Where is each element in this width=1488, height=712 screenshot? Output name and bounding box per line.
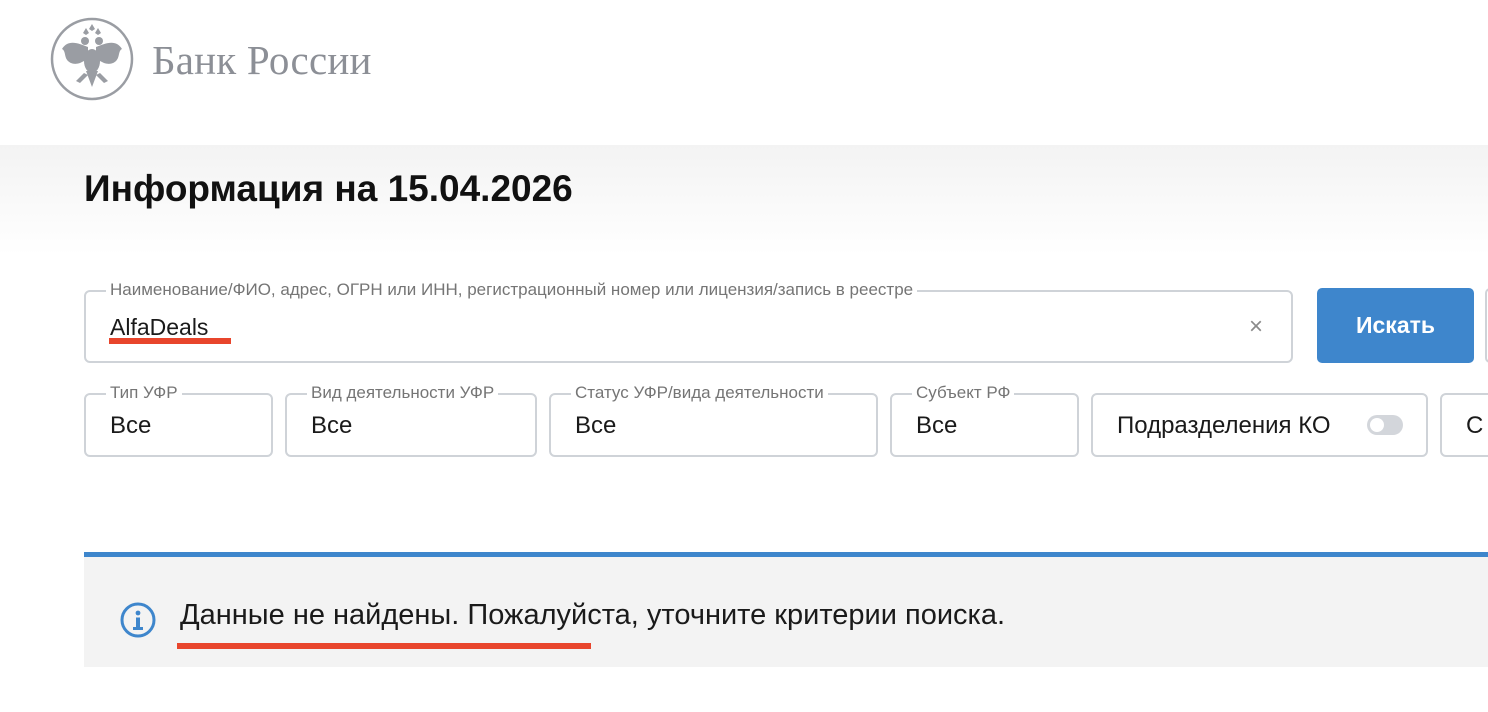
filter-type-label: Тип УФР bbox=[106, 383, 182, 403]
toggle-knob bbox=[1370, 418, 1384, 432]
filter-region-label: Субъект РФ bbox=[912, 383, 1015, 403]
filter-status-label: Статус УФР/вида деятельности bbox=[571, 383, 828, 403]
filter-activity-label: Вид деятельности УФР bbox=[307, 383, 499, 403]
filter-cut-off-value: С bbox=[1466, 412, 1484, 439]
result-message-panel: Данные не найдены. Пожалуйста, уточните … bbox=[84, 552, 1488, 667]
ko-subdivisions-toggle[interactable] bbox=[1367, 415, 1403, 435]
clear-icon[interactable]: × bbox=[1249, 314, 1263, 340]
search-input-label: Наименование/ФИО, адрес, ОГРН или ИНН, р… bbox=[106, 280, 918, 300]
site-header: Банк России bbox=[0, 0, 1488, 145]
search-input-value[interactable]: AlfaDeals bbox=[110, 314, 208, 341]
message-annotation bbox=[177, 643, 591, 649]
filter-region-value: Все bbox=[916, 412, 958, 439]
info-icon bbox=[120, 602, 156, 638]
bank-emblem-icon[interactable] bbox=[50, 17, 134, 101]
bank-logo-text[interactable]: Банк России bbox=[152, 36, 372, 84]
no-results-message: Данные не найдены. Пожалуйста, уточните … bbox=[180, 599, 1006, 631]
filter-activity-select[interactable]: Вид деятельности УФР Все bbox=[285, 383, 537, 457]
filter-type-value: Все bbox=[110, 412, 152, 439]
filter-status-value: Все bbox=[575, 412, 617, 439]
filter-region-select[interactable]: Субъект РФ Все bbox=[890, 383, 1079, 457]
filter-cut-off[interactable]: С bbox=[1440, 393, 1488, 457]
filter-status-select[interactable]: Статус УФР/вида деятельности Все bbox=[549, 383, 878, 457]
ko-subdivisions-label: Подразделения КО bbox=[1117, 412, 1331, 439]
search-value-annotation bbox=[109, 338, 231, 344]
filter-activity-value: Все bbox=[311, 412, 353, 439]
page-title: Информация на 15.04.2026 bbox=[84, 168, 573, 209]
filter-type-select[interactable]: Тип УФР Все bbox=[84, 383, 273, 457]
search-input[interactable]: Наименование/ФИО, адрес, ОГРН или ИНН, р… bbox=[84, 280, 1293, 363]
ko-subdivisions-filter[interactable]: Подразделения КО bbox=[1091, 393, 1428, 457]
search-button[interactable]: Искать bbox=[1317, 288, 1474, 363]
